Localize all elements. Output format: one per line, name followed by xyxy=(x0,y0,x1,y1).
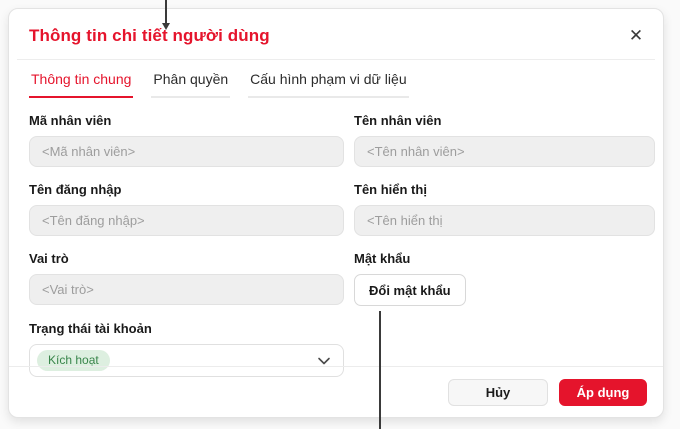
header-divider xyxy=(17,59,655,60)
field-role: Vai trò xyxy=(29,251,344,306)
employee-name-input[interactable] xyxy=(354,136,655,167)
dialog-title: Thông tin chi tiết người dùng xyxy=(29,26,643,46)
dialog-footer: Hủy Áp dụng xyxy=(9,366,663,417)
cancel-button[interactable]: Hủy xyxy=(448,379,548,406)
form: Mã nhân viên Tên nhân viên Tên đăng nhập… xyxy=(29,113,655,392)
login-name-input[interactable] xyxy=(29,205,344,236)
field-employee-name: Tên nhân viên xyxy=(354,113,655,167)
employee-name-label: Tên nhân viên xyxy=(354,113,655,128)
dialog-header: Thông tin chi tiết người dùng ✕ xyxy=(9,9,663,59)
field-employee-code: Mã nhân viên xyxy=(29,113,344,167)
field-password: Mật khẩu Đổi mật khẩu xyxy=(354,251,655,306)
tab-cau-hinh-pham-vi-du-lieu[interactable]: Cấu hình phạm vi dữ liệu xyxy=(248,71,408,98)
field-display-name: Tên hiển thị xyxy=(354,182,655,236)
account-status-label: Trạng thái tài khoản xyxy=(29,321,344,336)
apply-button[interactable]: Áp dụng xyxy=(559,379,647,406)
display-name-label: Tên hiển thị xyxy=(354,182,655,197)
role-label: Vai trò xyxy=(29,251,344,266)
display-name-input[interactable] xyxy=(354,205,655,236)
annotation-arrowhead xyxy=(162,23,170,30)
role-input[interactable] xyxy=(29,274,344,305)
login-name-label: Tên đăng nhập xyxy=(29,182,344,197)
annotation-line-password xyxy=(379,311,381,429)
change-password-button[interactable]: Đổi mật khẩu xyxy=(354,274,466,306)
tab-phan-quyen[interactable]: Phân quyền xyxy=(151,71,230,98)
employee-code-label: Mã nhân viên xyxy=(29,113,344,128)
close-icon[interactable]: ✕ xyxy=(625,24,647,46)
annotation-line-title xyxy=(165,0,167,24)
tab-bar: Thông tin chung Phân quyền Cấu hình phạm… xyxy=(29,71,643,98)
employee-code-input[interactable] xyxy=(29,136,344,167)
field-login-name: Tên đăng nhập xyxy=(29,182,344,236)
user-detail-dialog: Thông tin chi tiết người dùng ✕ Thông ti… xyxy=(8,8,664,418)
tab-thong-tin-chung[interactable]: Thông tin chung xyxy=(29,71,133,98)
password-label: Mật khẩu xyxy=(354,251,655,266)
